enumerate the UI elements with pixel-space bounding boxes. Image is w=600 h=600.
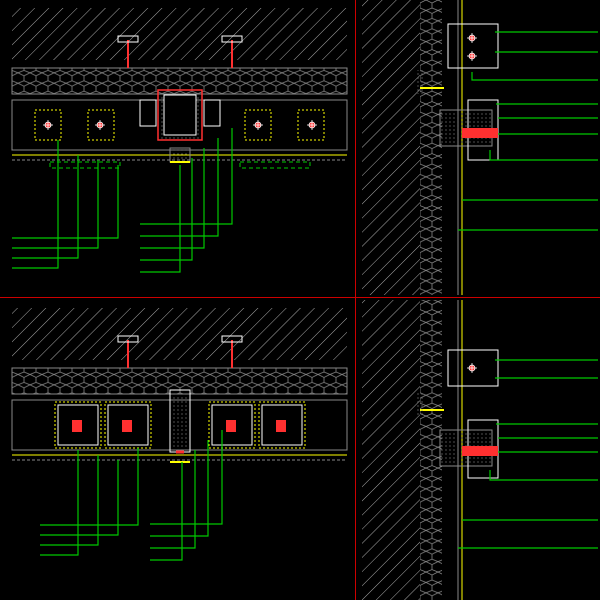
panel-joint: [170, 390, 190, 452]
drawing-canvas: [0, 0, 600, 600]
top-bracket: [448, 24, 498, 68]
anchor-icon: [95, 120, 105, 130]
insulation-layer: [420, 300, 442, 600]
insulation-layer: [420, 0, 442, 295]
quadrant-top-left: [12, 8, 347, 272]
anchor-icon: [307, 120, 317, 130]
quadrant-bottom-left: [12, 308, 347, 560]
anchor-icon: [467, 363, 477, 373]
anchor-icon: [43, 120, 53, 130]
quadrant-bottom-right: [362, 300, 598, 600]
anchor-icon: [467, 51, 477, 61]
concrete-slab: [12, 308, 347, 360]
concrete-slab: [12, 8, 347, 60]
crosshair-horizontal: [0, 297, 600, 298]
concrete-wall: [362, 0, 420, 295]
crosshair-vertical: [355, 0, 356, 600]
cad-viewport: [0, 0, 600, 600]
quadrant-top-right: [362, 0, 598, 295]
concrete-wall: [362, 300, 420, 600]
anchor-icon: [467, 33, 477, 43]
anchor-icon: [253, 120, 263, 130]
